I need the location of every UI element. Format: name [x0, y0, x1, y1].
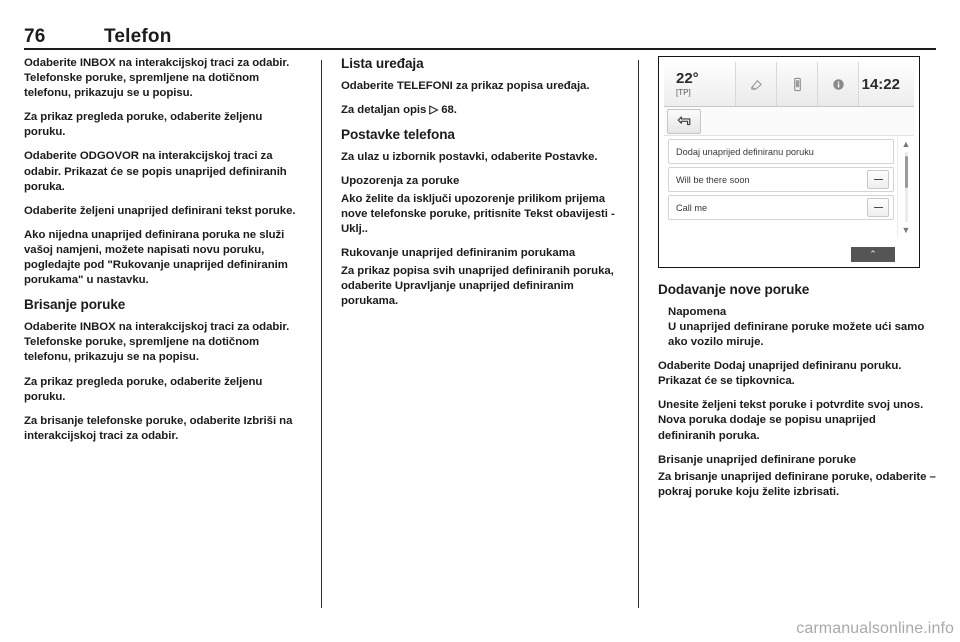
paragraph: Unesite željeni tekst poruke i potvrdite… — [658, 399, 924, 442]
paragraph: Za prikaz pregleda poruke, odaberite žel… — [24, 111, 263, 139]
info-icon-button[interactable] — [818, 62, 859, 106]
column-divider-2 — [619, 56, 658, 608]
page-number: 76 — [24, 26, 46, 47]
watermark: carmanualsonline.info — [796, 620, 954, 637]
paragraph: Odaberite Dodaj unaprijed definiranu por… — [658, 360, 902, 388]
page-title: Telefon — [104, 26, 172, 47]
paragraph: Za prikaz popisa svih unaprijed definira… — [341, 264, 614, 307]
back-button-row — [664, 107, 914, 136]
scrollbar-track[interactable] — [904, 152, 908, 222]
temperature-display: 22° [TP] — [664, 62, 736, 106]
column-1: Odaberite INBOX na interakcijskoj traci … — [24, 56, 302, 608]
message-list-area: Dodaj unaprijed definiranu poruku Will b… — [664, 136, 914, 238]
paragraph: Za brisanje unaprijed definirane poruke,… — [658, 471, 936, 499]
info-icon — [832, 78, 844, 90]
note-title: Napomena — [668, 306, 727, 318]
xref-prefix: Za detaljan opis — [341, 104, 430, 117]
remove-message-button[interactable] — [867, 198, 889, 217]
list-item-label: Call me — [676, 202, 708, 213]
message-list: Dodaj unaprijed definiranu poruku Will b… — [664, 136, 897, 238]
column-divider-1 — [302, 56, 341, 608]
subsection-heading-upozorenja: Upozorenja za poruke — [341, 175, 460, 188]
list-item[interactable]: Dodaj unaprijed definiranu poruku — [668, 139, 894, 164]
back-arrow-icon — [677, 116, 691, 126]
status-icon-group — [736, 62, 859, 106]
paragraph: Odaberite INBOX na interakcijskoj traci … — [24, 57, 290, 100]
cross-reference-paragraph: Za detaljan opis ▷ 68. — [341, 103, 619, 118]
header-divider — [24, 48, 936, 50]
infotainment-screenshot: 22° [TP] 14:22 Dodaj unaprijed definiran… — [658, 56, 920, 268]
infotainment-screen: 22° [TP] 14:22 Dodaj unaprijed definiran… — [664, 62, 914, 262]
paragraph: Za prikaz pregleda poruke, odaberite žel… — [24, 375, 263, 403]
paragraph: Odaberite INBOX na interakcijskoj traci … — [24, 321, 290, 364]
status-bar: 22° [TP] 14:22 — [664, 62, 914, 107]
manual-page: 76 Telefon Odaberite INBOX na interakcij… — [0, 0, 960, 642]
paragraph: Za ulaz u izbornik postavki, odaberite P… — [341, 151, 598, 164]
paragraph: Odaberite željeni unaprijed definirani t… — [24, 204, 296, 217]
list-item[interactable]: Call me — [668, 195, 894, 220]
note-body: U unaprijed definirane poruke možete ući… — [668, 321, 925, 349]
scroll-down-icon[interactable]: ▼ — [900, 224, 913, 236]
section-heading-brisanje-poruke: Brisanje poruke — [24, 297, 126, 313]
audio-source-icon — [750, 79, 762, 90]
phone-icon-button[interactable] — [777, 62, 818, 106]
column-3: 22° [TP] 14:22 Dodaj unaprijed definiran… — [658, 56, 936, 608]
bottom-button-row: ⌃ — [664, 238, 914, 262]
scrollbar[interactable]: ▲ ▼ — [897, 136, 914, 238]
subsection-heading-brisanje-predefinirane: Brisanje unaprijed definirane poruke — [658, 453, 857, 466]
content-columns: Odaberite INBOX na interakcijskoj traci … — [24, 56, 936, 608]
traffic-program-indicator: [TP] — [676, 87, 691, 97]
cross-reference-arrow-icon: ▷ — [429, 104, 439, 117]
section-heading-lista-uredaja: Lista uređaja — [341, 56, 424, 71]
scroll-up-icon[interactable]: ▲ — [900, 138, 913, 150]
clock-display: 14:22 — [861, 75, 900, 93]
paragraph: Za brisanje telefonske poruke, odaberite… — [24, 414, 293, 442]
paragraph: Odaberite TELEFONI za prikaz popisa uređ… — [341, 80, 590, 92]
audio-source-icon-button[interactable] — [736, 62, 777, 106]
remove-message-button[interactable] — [867, 170, 889, 189]
back-button[interactable] — [667, 108, 701, 134]
column-2: Lista uređaja Odaberite TELEFONI za prik… — [341, 56, 619, 608]
minus-icon — [873, 206, 883, 209]
scrollbar-thumb[interactable] — [904, 156, 908, 189]
list-item-label: Dodaj unaprijed definiranu poruku — [676, 146, 814, 157]
collapse-button[interactable]: ⌃ — [851, 247, 895, 262]
note-block: Napomena U unaprijed definirane poruke m… — [658, 305, 936, 350]
xref-page: 68. — [438, 104, 457, 117]
paragraph: Ako želite da isključi upozorenje prilik… — [341, 192, 615, 235]
subsection-heading-rukovanje: Rukovanje unaprijed definiranim porukama — [341, 247, 576, 260]
section-heading-dodavanje: Dodavanje nove poruke — [658, 282, 810, 297]
paragraph: Odaberite ODGOVOR na interakcijskoj trac… — [24, 150, 287, 193]
phone-icon — [793, 77, 801, 91]
section-heading-postavke-telefona: Postavke telefona — [341, 127, 455, 143]
temperature-value: 22° — [676, 69, 699, 87]
page-header: 76 Telefon — [24, 16, 936, 46]
minus-icon — [873, 178, 883, 181]
paragraph: Ako nijedna unaprijed definirana poruka … — [24, 228, 288, 287]
list-item[interactable]: Will be there soon — [668, 167, 894, 192]
list-item-label: Will be there soon — [676, 174, 750, 185]
